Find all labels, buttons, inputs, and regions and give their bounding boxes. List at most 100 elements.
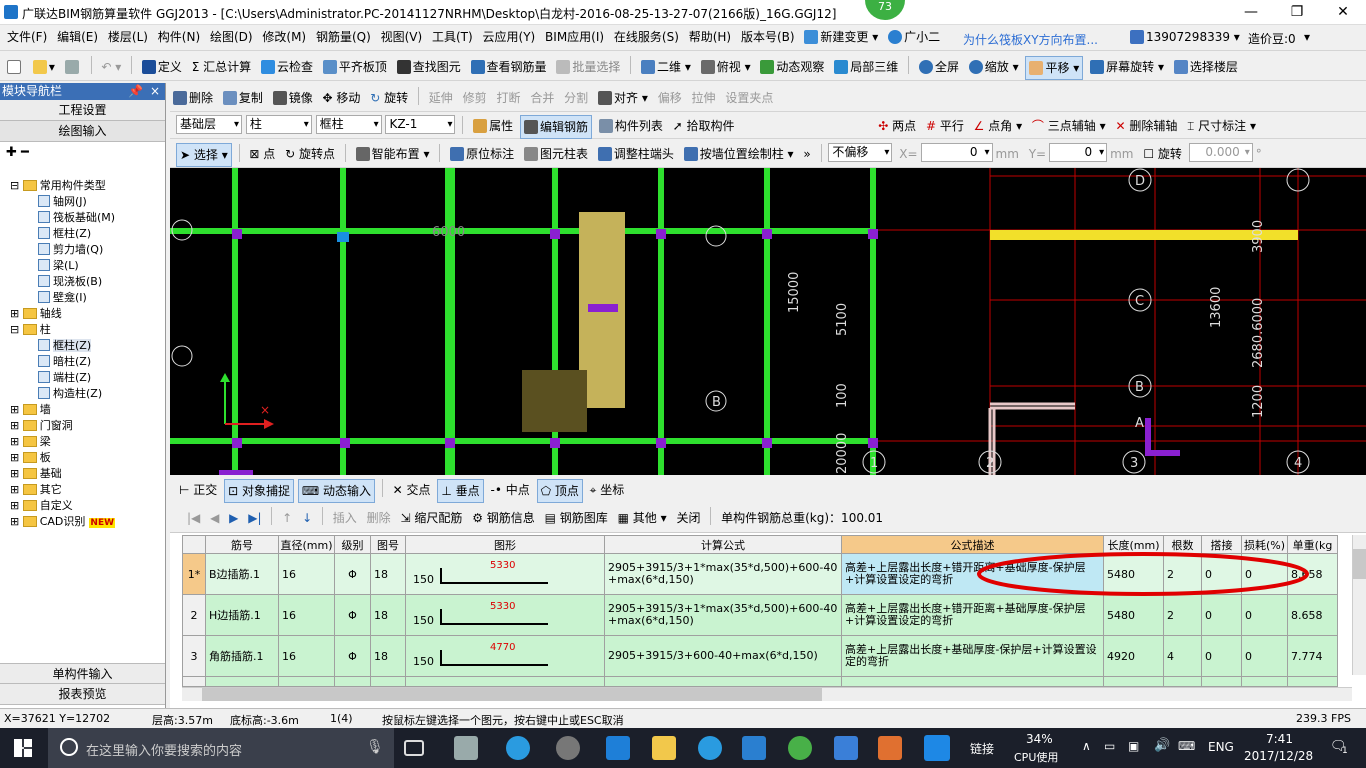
cell-empty[interactable] <box>1241 676 1288 687</box>
tree-node[interactable]: 壁龛(I) <box>38 290 87 306</box>
column[interactable] <box>868 438 878 448</box>
cell-empty[interactable] <box>278 676 335 687</box>
table-row[interactable]: 3 角筋插筋.1 16 Φ 18 150 4770 2905+3915/3+600-40+ma… <box>182 635 1338 677</box>
menu-floor[interactable]: 楼层(L) <box>105 25 151 49</box>
define-button[interactable]: 定义 <box>139 56 185 78</box>
ortho-toggle[interactable]: ⊢ 正交 <box>176 479 220 501</box>
cell-rebar-shape[interactable]: 150 5330 <box>405 594 605 636</box>
next-record-button[interactable]: ▶ <box>226 507 241 529</box>
copy-button[interactable]: 复制 <box>220 87 266 109</box>
draw-by-wall-button[interactable]: 按墙位置绘制柱 ▾ <box>681 143 797 165</box>
menu-modify[interactable]: 修改(M) <box>259 25 309 49</box>
keyboard-icon[interactable]: ⌨ <box>1178 739 1195 753</box>
tree-node[interactable]: 现浇板(B) <box>38 274 102 290</box>
cell-lap[interactable]: 0 <box>1201 594 1242 636</box>
view-rebar-button[interactable]: 查看钢筋量 <box>468 56 550 78</box>
mirror-button[interactable]: 镜像 <box>270 87 316 109</box>
beam[interactable] <box>764 168 770 475</box>
properties-button[interactable]: 属性 <box>470 115 516 137</box>
move-down-button[interactable]: ↓ <box>299 507 315 529</box>
cell-empty[interactable] <box>1287 676 1338 687</box>
tree-node[interactable]: ⊞ CAD识别 NEW <box>10 514 116 530</box>
more-chevron-icon[interactable]: » <box>800 143 813 165</box>
category-select[interactable]: 柱 <box>245 115 312 134</box>
cell-rebar-name[interactable]: 角筋插筋.1 <box>205 635 279 677</box>
move-up-button[interactable]: ↑ <box>279 507 295 529</box>
beam[interactable] <box>870 168 876 475</box>
cell-diameter[interactable]: 16 <box>278 553 335 595</box>
tree-node[interactable]: ⊞ 轴线 <box>10 306 62 322</box>
cell-empty[interactable] <box>334 676 371 687</box>
green-circle-app-icon[interactable] <box>788 736 812 760</box>
glodon-g-icon[interactable] <box>742 736 766 760</box>
tree-node[interactable]: 筏板基础(M) <box>38 210 115 226</box>
grid-horizontal-scrollbar[interactable] <box>182 687 1352 701</box>
cell-length[interactable]: 5480 <box>1103 594 1164 636</box>
summary-calc-button[interactable]: Σ 汇总计算 <box>189 56 254 78</box>
notification-badge[interactable]: 73 <box>865 0 905 20</box>
cell-rebar-shape[interactable]: 150 4770 <box>405 635 605 677</box>
tree-node[interactable]: ⊞ 板 <box>10 450 51 466</box>
clock-date[interactable]: 2017/12/28 <box>1244 749 1313 763</box>
pan-button[interactable]: 平移 ▾ <box>1025 56 1084 80</box>
table-row[interactable] <box>182 676 1338 687</box>
pdf-app-icon[interactable] <box>878 736 902 760</box>
cell-rebar-name[interactable]: H边插筋.1 <box>205 594 279 636</box>
clock-time[interactable]: 7:41 <box>1266 732 1293 746</box>
coordinate-snap[interactable]: ⌖ 坐标 <box>587 479 628 501</box>
tree-toggle-icon[interactable]: ⊞ <box>10 467 23 480</box>
single-component-input-button[interactable]: 单构件输入 <box>0 663 165 684</box>
rotate-angle-input[interactable]: 0.000 <box>1188 143 1253 162</box>
foundation-element[interactable] <box>522 370 587 432</box>
volume-icon[interactable]: 🔊 <box>1154 738 1170 753</box>
pin-icon[interactable]: 📌 <box>128 83 143 100</box>
fullscreen-button[interactable]: 全屏 <box>916 56 962 78</box>
two-point-axis-button[interactable]: ✣ 两点 <box>875 115 919 137</box>
cell-unit-weight[interactable]: 8.658 <box>1287 594 1338 636</box>
extend-button[interactable]: 延伸 <box>426 87 456 109</box>
beam[interactable] <box>445 168 455 475</box>
scroll-thumb[interactable] <box>1353 549 1366 579</box>
column-marker[interactable] <box>1145 418 1180 456</box>
project-settings-button[interactable]: 工程设置 <box>0 100 165 121</box>
menu-version[interactable]: 版本号(B) <box>738 25 798 49</box>
first-record-button[interactable]: |◀ <box>184 507 203 529</box>
tree-toggle-icon[interactable]: ⊞ <box>10 483 23 496</box>
maximize-button[interactable]: ❐ <box>1274 0 1320 25</box>
panel-close-icon[interactable]: × <box>150 83 160 100</box>
price-dropdown-icon[interactable]: ▾ <box>1304 30 1310 44</box>
menu-assistant[interactable]: 广小二 <box>885 25 943 49</box>
dynamic-input-toggle[interactable]: ⌨ 动态输入 <box>297 479 375 503</box>
grid-vertical-scrollbar[interactable] <box>1352 535 1366 675</box>
column[interactable] <box>445 438 455 448</box>
beam[interactable] <box>658 168 664 475</box>
minimize-button[interactable]: — <box>1228 0 1274 25</box>
tree-node[interactable]: ⊟ 常用构件类型 <box>10 178 106 194</box>
cell-empty[interactable] <box>205 676 279 687</box>
object-snap-toggle[interactable]: ⊡ 对象捕捉 <box>224 479 295 503</box>
tree-toggle-icon[interactable]: ⊞ <box>10 515 23 528</box>
cell-loss[interactable]: 0 <box>1241 635 1288 677</box>
table-row[interactable]: 2 H边插筋.1 16 Φ 18 150 5330 2905+3915/3+1*max(35*… <box>182 594 1338 636</box>
column-marker[interactable] <box>588 304 618 312</box>
ie-icon[interactable] <box>506 736 530 760</box>
column[interactable] <box>762 229 772 239</box>
edit-rebar-button[interactable]: 编辑钢筋 <box>519 115 592 139</box>
cell-empty[interactable] <box>1201 676 1242 687</box>
hscroll-thumb[interactable] <box>202 688 822 701</box>
tree-node[interactable]: 端柱(Z) <box>38 370 91 386</box>
column[interactable] <box>656 229 666 239</box>
cell-formula-description[interactable]: 高差+上层露出长度+错开距离+基础厚度-保护层+计算设置设定的弯折 <box>841 594 1104 636</box>
local-3d-button[interactable]: 局部三维 <box>831 56 901 78</box>
rebar-library-button[interactable]: ▤ 钢筋图库 <box>542 507 611 529</box>
tree-toggle-icon[interactable]: ⊞ <box>10 435 23 448</box>
intersection-snap[interactable]: ✕ 交点 <box>390 479 434 501</box>
beam[interactable] <box>340 168 346 475</box>
taskbar-search-box[interactable]: 在这里输入你要搜索的内容 🎙 <box>48 728 394 768</box>
calculator-app-icon[interactable] <box>834 736 858 760</box>
tree-node[interactable]: ⊞ 基础 <box>10 466 62 482</box>
select-button[interactable]: ➤ 选择 ▾ <box>176 143 232 167</box>
cell-grade[interactable]: Φ <box>334 553 371 595</box>
canvas-svg[interactable]: B D C B A 1 2 3 4 6000 15000 5100 100 20… <box>170 168 1366 475</box>
top-view-dropdown[interactable]: 俯视 ▾ <box>698 56 754 78</box>
